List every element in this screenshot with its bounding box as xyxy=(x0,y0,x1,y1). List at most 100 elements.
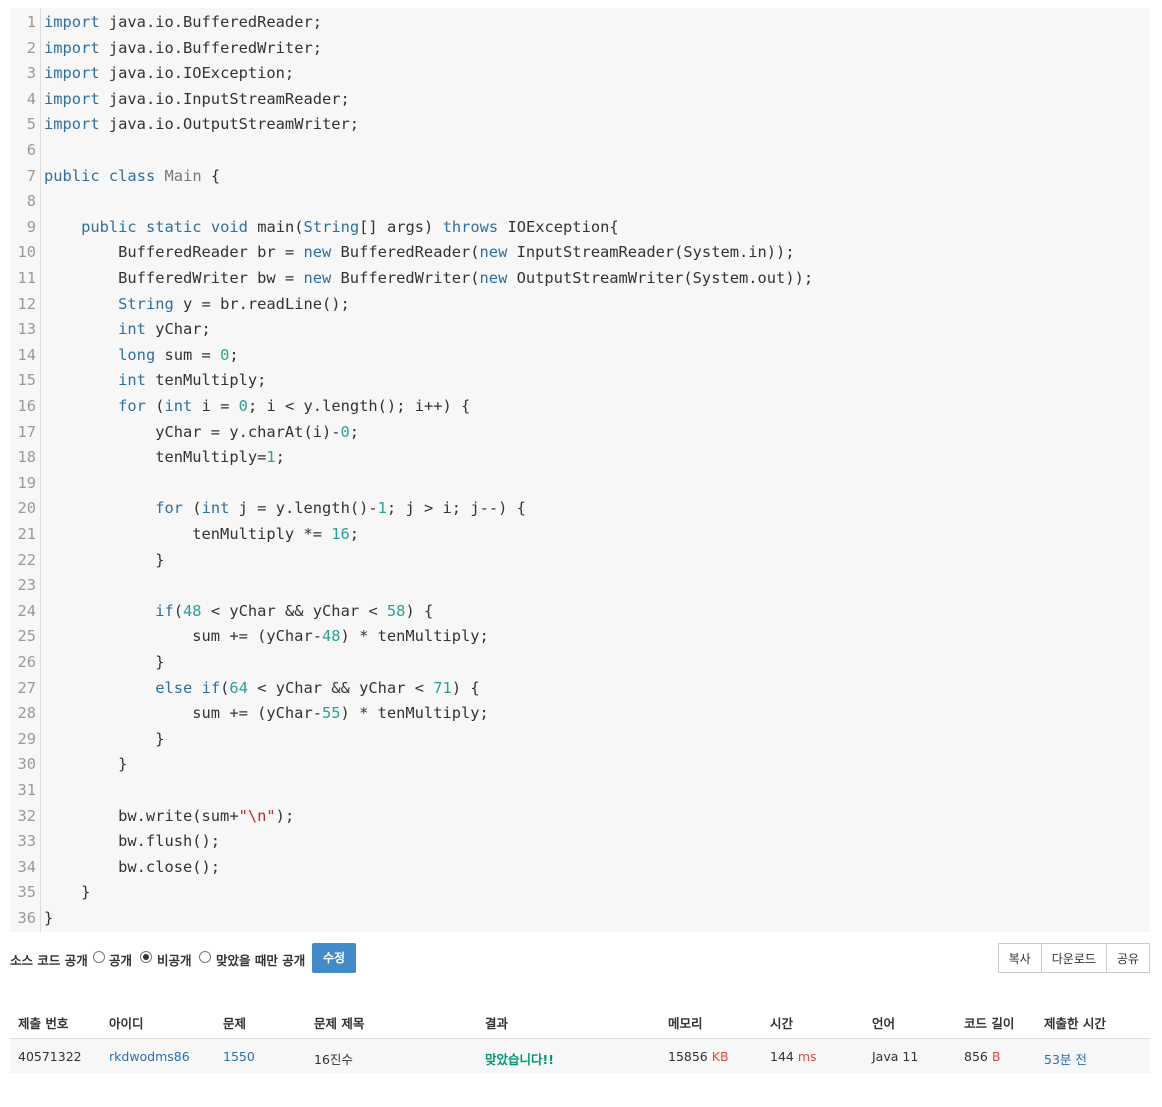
code-line: 6 xyxy=(10,137,1150,163)
code-text: public static void main(String[] args) t… xyxy=(44,214,619,240)
code-text: } xyxy=(44,751,127,777)
share-button[interactable]: 공유 xyxy=(1105,943,1150,973)
code-line: 34 bw.close(); xyxy=(10,854,1150,880)
line-number: 16 xyxy=(17,397,36,415)
radio-public-if-correct-label[interactable]: 맞았을 때만 공개 xyxy=(216,950,305,969)
code-token: ( xyxy=(220,678,230,697)
code-token: < yChar && yChar < xyxy=(247,678,434,697)
code-token: ) * tenMultiply; xyxy=(340,627,489,646)
line-number: 24 xyxy=(17,601,36,620)
code-text: } xyxy=(44,547,164,573)
header-problem: 문제 xyxy=(223,1016,247,1031)
code-token: } xyxy=(44,755,128,774)
line-number: 12 xyxy=(17,294,36,313)
code-token: else xyxy=(155,678,193,697)
code-token: } xyxy=(44,550,165,569)
code-token: ; j > i; j--) { xyxy=(386,499,526,518)
code-text: sum += (yChar-48) * tenMultiply; xyxy=(44,623,489,649)
header-language: 언어 xyxy=(872,1016,896,1031)
code-token: 0 xyxy=(340,422,350,441)
code-token: InputStreamReader(System.in)); xyxy=(507,243,795,262)
code-token: } xyxy=(44,729,165,748)
code-token: new xyxy=(303,243,332,262)
line-number: 19 xyxy=(17,473,36,492)
cell-result: 맞았습니다!! xyxy=(485,1052,554,1067)
code-line: 26 } xyxy=(10,649,1150,675)
radio-public[interactable] xyxy=(93,951,105,963)
line-number: 35 xyxy=(17,883,36,902)
download-button[interactable]: 다운로드 xyxy=(1040,943,1107,973)
code-token: j = y.length()- xyxy=(229,499,378,518)
cell-problem-link[interactable]: 1550 xyxy=(223,1049,255,1064)
code-text: import java.io.InputStreamReader; xyxy=(44,86,350,112)
code-line: 23 xyxy=(10,572,1150,598)
code-token: java.io.BufferedReader; xyxy=(99,13,322,31)
code-line: 1 import java.io.BufferedReader; xyxy=(10,9,1150,35)
code-line: 13 int yChar; xyxy=(10,316,1150,342)
code-token: 48 xyxy=(321,627,341,646)
code-line: 33 bw.flush(); xyxy=(10,828,1150,854)
code-token: 0 xyxy=(220,345,230,364)
code-token: } xyxy=(44,883,91,902)
copy-button[interactable]: 복사 xyxy=(997,943,1042,973)
header-result: 결과 xyxy=(485,1016,509,1031)
code-text: bw.flush(); xyxy=(44,828,220,854)
code-line: 17 yChar = y.charAt(i)-0; xyxy=(10,419,1150,445)
cell-submitted-time-link[interactable]: 53분 전 xyxy=(1044,1049,1087,1068)
code-text: for (int i = 0; i < y.length(); i++) { xyxy=(44,393,470,419)
line-number: 32 xyxy=(17,806,36,825)
code-token: ) { xyxy=(405,601,434,620)
line-number: 11 xyxy=(17,269,36,287)
code-line: 30 } xyxy=(10,751,1150,777)
code-token: ; xyxy=(275,448,285,467)
cell-user-id-link[interactable]: rkdwodms86 xyxy=(109,1049,190,1064)
code-line: 14 long sum = 0; xyxy=(10,342,1150,368)
code-token: ; i < y.length(); i++) { xyxy=(247,397,471,415)
line-number: 10 xyxy=(17,243,36,262)
code-token: 71 xyxy=(433,678,452,697)
code-token: sum += (yChar- xyxy=(44,627,322,646)
code-text: else if(64 < yChar && yChar < 71) { xyxy=(44,675,479,701)
cell-language: Java 11 xyxy=(872,1049,919,1064)
code-token: < yChar && yChar < xyxy=(201,601,387,620)
line-number: 25 xyxy=(17,627,36,646)
code-token: bw.write(sum+ xyxy=(44,806,239,825)
code-token: 55 xyxy=(321,704,341,723)
code-line: 28 sum += (yChar-55) * tenMultiply; xyxy=(10,700,1150,726)
save-visibility-button[interactable]: 수정 xyxy=(312,943,356,973)
radio-public-label[interactable]: 공개 xyxy=(109,950,132,969)
radio-private-label[interactable]: 비공개 xyxy=(157,950,192,969)
code-token: bw.close(); xyxy=(44,857,221,876)
line-number: 31 xyxy=(17,781,36,799)
cell-code-length: 856 B xyxy=(964,1049,1000,1064)
code-token: ) * tenMultiply; xyxy=(340,704,489,723)
code-token: new xyxy=(303,269,332,287)
code-token: public xyxy=(44,166,100,185)
code-text: if(48 < yChar && yChar < 58) { xyxy=(44,598,433,624)
memory-value: 15856 xyxy=(668,1049,708,1064)
code-token: int xyxy=(118,371,146,390)
code-token: java.io.InputStreamReader; xyxy=(99,89,350,108)
code-token: 48 xyxy=(183,601,202,620)
code-line: 35 } xyxy=(10,879,1150,905)
radio-private[interactable] xyxy=(140,951,152,963)
code-token: ; xyxy=(349,422,360,441)
line-number: 28 xyxy=(17,704,36,723)
code-token: ( xyxy=(173,601,184,620)
line-number: 4 xyxy=(26,89,36,108)
radio-public-if-correct[interactable] xyxy=(199,951,211,963)
code-token: BufferedWriter bw = xyxy=(44,269,304,287)
line-number: 27 xyxy=(17,678,36,697)
source-visibility-controls: 소스 코드 공개 공개 비공개 맞았을 때만 공개 수정 복사 다운로드 공유 xyxy=(10,943,1150,975)
code-token: int xyxy=(164,397,193,415)
code-text: bw.write(sum+"\n"); xyxy=(44,803,294,829)
cell-time: 144 ms xyxy=(770,1049,817,1064)
code-line: 21 tenMultiply *= 16; xyxy=(10,521,1150,547)
code-line: 27 else if(64 < yChar && yChar < 71) { xyxy=(10,675,1150,701)
